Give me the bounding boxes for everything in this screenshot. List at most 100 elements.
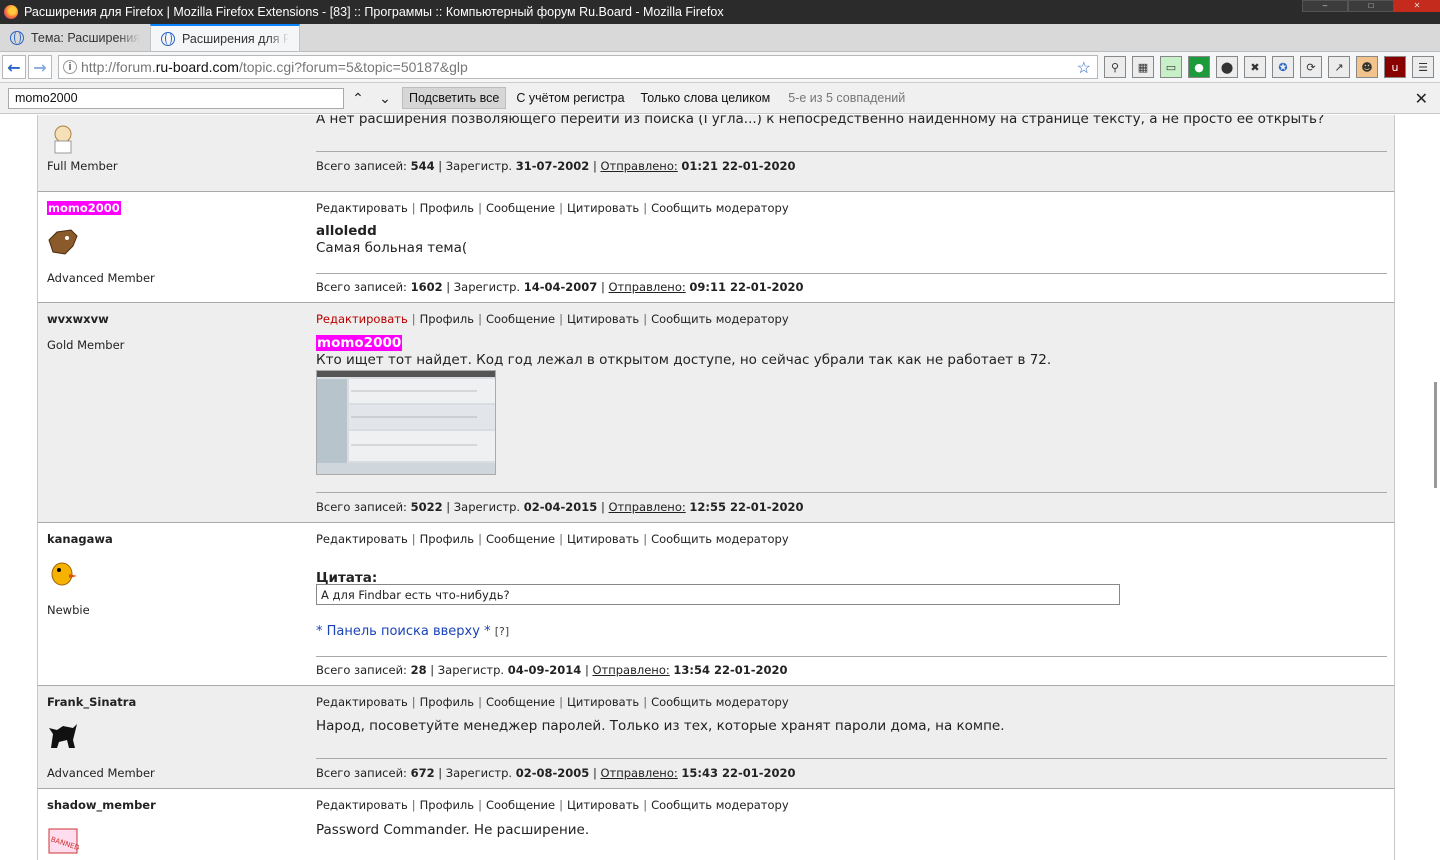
window-title: Расширения для Firefox | Mozilla Firefox… (24, 5, 724, 19)
member-rank: Full Member (47, 159, 118, 173)
quote-link[interactable]: Цитировать (567, 695, 639, 709)
forum-post: wvxwxvw Gold Member Редактировать | Профил… (37, 303, 1395, 523)
maximize-button[interactable]: □ (1348, 0, 1394, 12)
sent-link[interactable]: Отправлено: (600, 766, 677, 780)
post-meta: Всего записей: 28 | Зарегистр. 04-09-201… (316, 663, 788, 677)
profile-link[interactable]: Профиль (420, 201, 474, 215)
firefox-logo-icon (4, 5, 18, 19)
member-rank: Gold Member (47, 338, 125, 352)
scrollbar-thumb[interactable] (1434, 382, 1437, 488)
forum-post: kanagawa Newbie Редактировать | Профиль | Со… (37, 523, 1395, 686)
sent-link[interactable]: Отправлено: (608, 500, 685, 514)
globe-icon (10, 30, 24, 45)
post-text: Народ, посоветуйте менеджер паролей. Тол… (316, 718, 1005, 734)
post-author[interactable]: wvxwxvw (47, 312, 109, 326)
message-link[interactable]: Сообщение (486, 312, 555, 326)
post-author[interactable]: Frank_Sinatra (47, 695, 136, 709)
message-link[interactable]: Сообщение (486, 532, 555, 546)
dark-circle-icon[interactable]: ⬤ (1216, 56, 1238, 78)
edit-link[interactable]: Редактировать (316, 695, 408, 709)
reply-to: momo2000 (316, 335, 403, 351)
edit-link[interactable]: Редактировать (316, 532, 408, 546)
back-button[interactable]: ← (2, 55, 26, 79)
menu-icon[interactable]: ☰ (1412, 56, 1434, 78)
signature-link[interactable]: * Панель поиска вверху * (316, 624, 491, 639)
tab-extensions[interactable]: Расширения для Fir (150, 24, 300, 51)
url-domain: ru-board.com (155, 59, 239, 75)
quote-link[interactable]: Цитировать (567, 532, 639, 546)
navigation-toolbar: ← → i http://forum. ru-board.com/topic.cg… (0, 52, 1440, 83)
close-find-bar-icon[interactable]: ✕ (1415, 89, 1428, 109)
whole-words-button[interactable]: Только слова целиком (635, 88, 777, 108)
find-next-button[interactable]: ⌄ (372, 87, 398, 109)
extension-toolbar: ⚲ ▦ ▭ ● ⬤ ✖ ✪ ⟳ ↗ ☻ u ☰ (1104, 56, 1440, 78)
sent-link[interactable]: Отправлено: (592, 663, 669, 677)
edit-link[interactable]: Редактировать (316, 201, 408, 215)
forward-button[interactable]: → (28, 55, 52, 79)
address-bar[interactable]: i http://forum. ru-board.com/topic.cgi?fo… (58, 55, 1098, 79)
report-link[interactable]: Сообщить модератору (651, 201, 789, 215)
find-bar: momo2000 ⌃ ⌄ Подсветить все С учётом рег… (0, 83, 1440, 114)
forum-post: Full Member А нет расширения позволяющег… (37, 115, 1395, 192)
post-actions: Редактировать | Профиль | Сообщение | Цитирова… (316, 201, 789, 215)
reader-icon[interactable]: ↗ (1328, 56, 1350, 78)
calendar-icon[interactable]: ▦ (1132, 56, 1154, 78)
profile-link[interactable]: Профиль (420, 798, 474, 812)
report-link[interactable]: Сообщить модератору (651, 798, 789, 812)
post-author[interactable]: kanagawa (47, 532, 113, 546)
avatar (47, 226, 79, 258)
avatar (47, 720, 79, 752)
attached-screenshot-thumbnail[interactable] (316, 370, 496, 475)
post-meta: Всего записей: 1602 | Зарегистр. 14-04-2… (316, 280, 804, 294)
profile-link[interactable]: Профиль (420, 532, 474, 546)
window-controls: – □ ✕ (1302, 0, 1440, 12)
sidebar-icon[interactable]: ▭ (1160, 56, 1182, 78)
forum-post: shadow_member BANNED Редактировать | Профи… (37, 789, 1395, 860)
tools-icon[interactable]: ✖ (1244, 56, 1266, 78)
quote-link[interactable]: Цитировать (567, 312, 639, 326)
message-link[interactable]: Сообщение (486, 798, 555, 812)
sync-icon[interactable]: ⟳ (1300, 56, 1322, 78)
post-meta: Всего записей: 5022 | Зарегистр. 02-04-2… (316, 500, 804, 514)
green-extension-icon[interactable]: ● (1188, 56, 1210, 78)
edit-link[interactable]: Редактировать (316, 798, 408, 812)
post-meta: Всего записей: 544 | Зарегистр. 31-07-20… (316, 159, 796, 173)
match-case-button[interactable]: С учётом регистра (510, 88, 630, 108)
post-author[interactable]: shadow_member (47, 798, 156, 812)
url-suffix: /topic.cgi?forum=5&topic=50187&glp (238, 59, 468, 75)
minimize-button[interactable]: – (1302, 0, 1348, 12)
profile-link[interactable]: Профиль (420, 312, 474, 326)
bookmark-star-icon[interactable]: ☆ (1077, 58, 1091, 78)
quote-box: А для Findbar есть что-нибудь? (316, 584, 1120, 605)
edit-link[interactable]: Редактировать (316, 312, 408, 326)
find-input[interactable]: momo2000 (8, 87, 344, 109)
post-actions: Редактировать | Профиль | Сообщение | Цитирова… (316, 532, 789, 546)
report-link[interactable]: Сообщить модератору (651, 532, 789, 546)
quote-link[interactable]: Цитировать (567, 798, 639, 812)
member-rank: Advanced Member (47, 766, 155, 780)
signature-help[interactable]: [?] (495, 625, 509, 638)
monkey-icon[interactable]: ☻ (1356, 56, 1378, 78)
report-link[interactable]: Сообщить модератору (651, 312, 789, 326)
puzzle-icon[interactable]: ✪ (1272, 56, 1294, 78)
quote-link[interactable]: Цитировать (567, 201, 639, 215)
site-info-icon[interactable]: i (63, 60, 77, 74)
highlight-all-button[interactable]: Подсветить все (402, 87, 507, 109)
post-text: Password Commander. Не расширение. (316, 822, 590, 838)
reply-to: alloledd (316, 223, 377, 239)
search-tool-icon[interactable]: ⚲ (1104, 56, 1126, 78)
close-window-button[interactable]: ✕ (1394, 0, 1440, 12)
message-link[interactable]: Сообщение (486, 695, 555, 709)
post-author[interactable]: momo2000 (47, 201, 121, 215)
post-divider (316, 151, 1387, 152)
find-previous-button[interactable]: ⌃ (345, 87, 371, 109)
post-meta: Всего записей: 672 | Зарегистр. 02-08-20… (316, 766, 796, 780)
sent-link[interactable]: Отправлено: (600, 159, 677, 173)
message-link[interactable]: Сообщение (486, 201, 555, 215)
tab-topic[interactable]: Тема: Расширения (0, 24, 150, 51)
new-tab-area[interactable] (300, 24, 330, 51)
report-link[interactable]: Сообщить модератору (651, 695, 789, 709)
profile-link[interactable]: Профиль (420, 695, 474, 709)
sent-link[interactable]: Отправлено: (608, 280, 685, 294)
ublock-icon[interactable]: u (1384, 56, 1406, 78)
